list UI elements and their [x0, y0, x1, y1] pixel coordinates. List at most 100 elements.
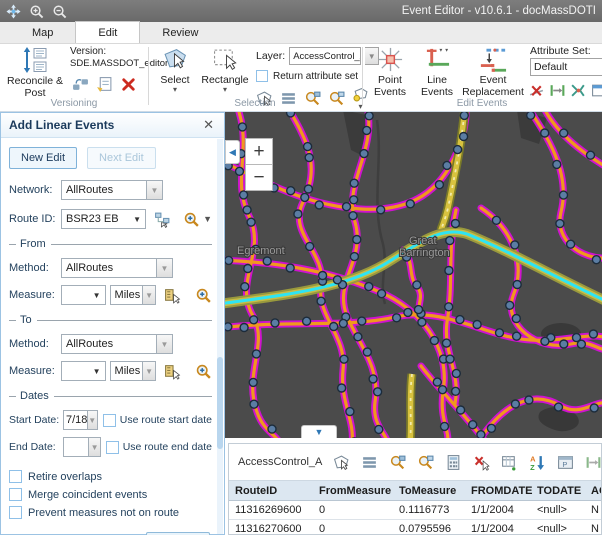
event-marker[interactable] — [415, 306, 423, 314]
event-marker[interactable] — [457, 406, 465, 414]
event-marker[interactable] — [525, 396, 533, 404]
event-marker[interactable] — [236, 167, 244, 175]
column-header[interactable]: AC — [585, 481, 602, 501]
event-marker[interactable] — [365, 112, 373, 120]
event-marker[interactable] — [378, 290, 386, 298]
event-marker[interactable] — [435, 181, 443, 189]
event-marker[interactable] — [340, 355, 348, 363]
collapse-panel-icon[interactable]: ◀ — [225, 140, 240, 164]
select-button[interactable]: Select ▾ — [154, 46, 196, 93]
event-marker[interactable] — [553, 160, 561, 168]
event-marker[interactable] — [250, 400, 258, 408]
column-header[interactable]: ToMeasure — [393, 481, 465, 501]
to-measure-select-icon[interactable] — [164, 363, 181, 380]
event-marker[interactable] — [452, 369, 460, 377]
event-marker[interactable] — [319, 272, 327, 280]
event-marker[interactable] — [413, 281, 421, 289]
event-replacement-button[interactable]: Event Replacement — [460, 46, 526, 98]
split-event-icon[interactable] — [528, 82, 545, 99]
layer-select[interactable]: AccessControl_A — [289, 47, 361, 65]
event-marker[interactable] — [287, 187, 295, 195]
event-marker[interactable] — [454, 146, 462, 154]
event-marker[interactable] — [496, 329, 504, 337]
use-route-end-checkbox[interactable] — [106, 441, 119, 454]
start-date-dropdown-icon[interactable]: ▼ — [88, 410, 98, 430]
event-marker[interactable] — [244, 265, 252, 273]
event-attributes-window-icon[interactable] — [591, 82, 602, 99]
tab-review[interactable]: Review — [140, 23, 220, 43]
event-marker[interactable] — [286, 264, 294, 272]
panel-scrollbar[interactable] — [217, 139, 223, 534]
new-version-icon[interactable] — [96, 76, 113, 93]
rectangle-button[interactable]: Rectangle ▾ — [198, 46, 252, 93]
zoom-out-icon[interactable] — [52, 4, 67, 19]
event-marker[interactable] — [577, 340, 585, 348]
event-marker[interactable] — [541, 129, 549, 137]
event-marker[interactable] — [315, 201, 323, 209]
event-marker[interactable] — [556, 220, 564, 228]
network-select[interactable]: AllRoutes — [61, 180, 147, 200]
reconcile-icon[interactable] — [72, 76, 89, 93]
event-marker[interactable] — [317, 297, 325, 305]
event-marker[interactable] — [354, 333, 362, 341]
select-features-icon[interactable] — [333, 454, 350, 471]
event-marker[interactable] — [460, 133, 468, 141]
from-method-select[interactable]: AllRoutes — [61, 258, 157, 278]
event-marker[interactable] — [452, 387, 460, 395]
event-marker[interactable] — [252, 350, 260, 358]
to-units-dropdown-icon[interactable]: ▼ — [143, 361, 156, 381]
event-marker[interactable] — [250, 316, 258, 324]
event-marker[interactable] — [268, 425, 276, 433]
event-marker[interactable] — [369, 375, 377, 383]
column-header[interactable]: RouteID — [229, 481, 313, 501]
retire-overlaps-checkbox[interactable] — [9, 470, 22, 483]
delete-version-icon[interactable] — [120, 76, 137, 93]
event-marker[interactable] — [512, 315, 520, 323]
attribute-set-window-icon[interactable]: P — [557, 454, 574, 471]
end-date-dropdown-icon[interactable]: ▼ — [89, 437, 100, 457]
column-header[interactable]: TODATE — [531, 481, 585, 501]
map-zoom-in-button[interactable]: + — [245, 138, 273, 165]
from-units-dropdown-icon[interactable]: ▼ — [143, 285, 156, 305]
event-marker[interactable] — [506, 301, 514, 309]
event-marker[interactable] — [446, 355, 454, 363]
event-marker[interactable] — [243, 206, 251, 214]
event-marker[interactable] — [240, 191, 248, 199]
route-zoom-icon[interactable] — [183, 211, 200, 228]
event-marker[interactable] — [513, 332, 521, 340]
event-marker[interactable] — [377, 206, 385, 214]
event-marker[interactable] — [303, 317, 311, 325]
event-marker[interactable] — [365, 283, 373, 291]
event-marker[interactable] — [349, 212, 357, 220]
event-marker[interactable] — [249, 378, 257, 386]
use-route-start-checkbox[interactable] — [103, 414, 116, 427]
event-marker[interactable] — [225, 256, 233, 264]
event-marker[interactable] — [339, 319, 347, 327]
event-marker[interactable] — [240, 324, 248, 332]
network-dropdown-icon[interactable]: ▼ — [147, 180, 163, 200]
event-marker[interactable] — [441, 422, 449, 430]
event-marker[interactable] — [263, 257, 271, 265]
event-marker[interactable] — [350, 196, 358, 204]
event-marker[interactable] — [511, 400, 519, 408]
map-view[interactable]: EgremontGreatBarrington ◀ + − ▼ — [225, 112, 602, 438]
event-marker[interactable] — [541, 337, 549, 345]
map-zoom-out-button[interactable]: − — [245, 164, 273, 191]
event-marker[interactable] — [294, 210, 302, 218]
event-marker[interactable] — [225, 323, 232, 331]
select-caret-icon[interactable]: ▾ — [173, 87, 177, 93]
event-marker[interactable] — [363, 126, 371, 134]
to-method-dropdown-icon[interactable]: ▼ — [157, 334, 173, 354]
from-measure-select-icon[interactable] — [164, 287, 181, 304]
event-marker[interactable] — [443, 339, 451, 347]
event-marker[interactable] — [305, 154, 313, 162]
event-marker[interactable] — [469, 421, 477, 429]
event-marker[interactable] — [330, 323, 338, 331]
event-marker[interactable] — [477, 431, 485, 438]
event-marker[interactable] — [560, 340, 568, 348]
event-marker[interactable] — [358, 317, 366, 325]
pan-to-selected-icon[interactable] — [417, 454, 434, 471]
route-zoom-caret-icon[interactable]: ▼ — [203, 216, 212, 222]
event-marker[interactable] — [241, 283, 249, 291]
event-marker[interactable] — [527, 112, 535, 119]
